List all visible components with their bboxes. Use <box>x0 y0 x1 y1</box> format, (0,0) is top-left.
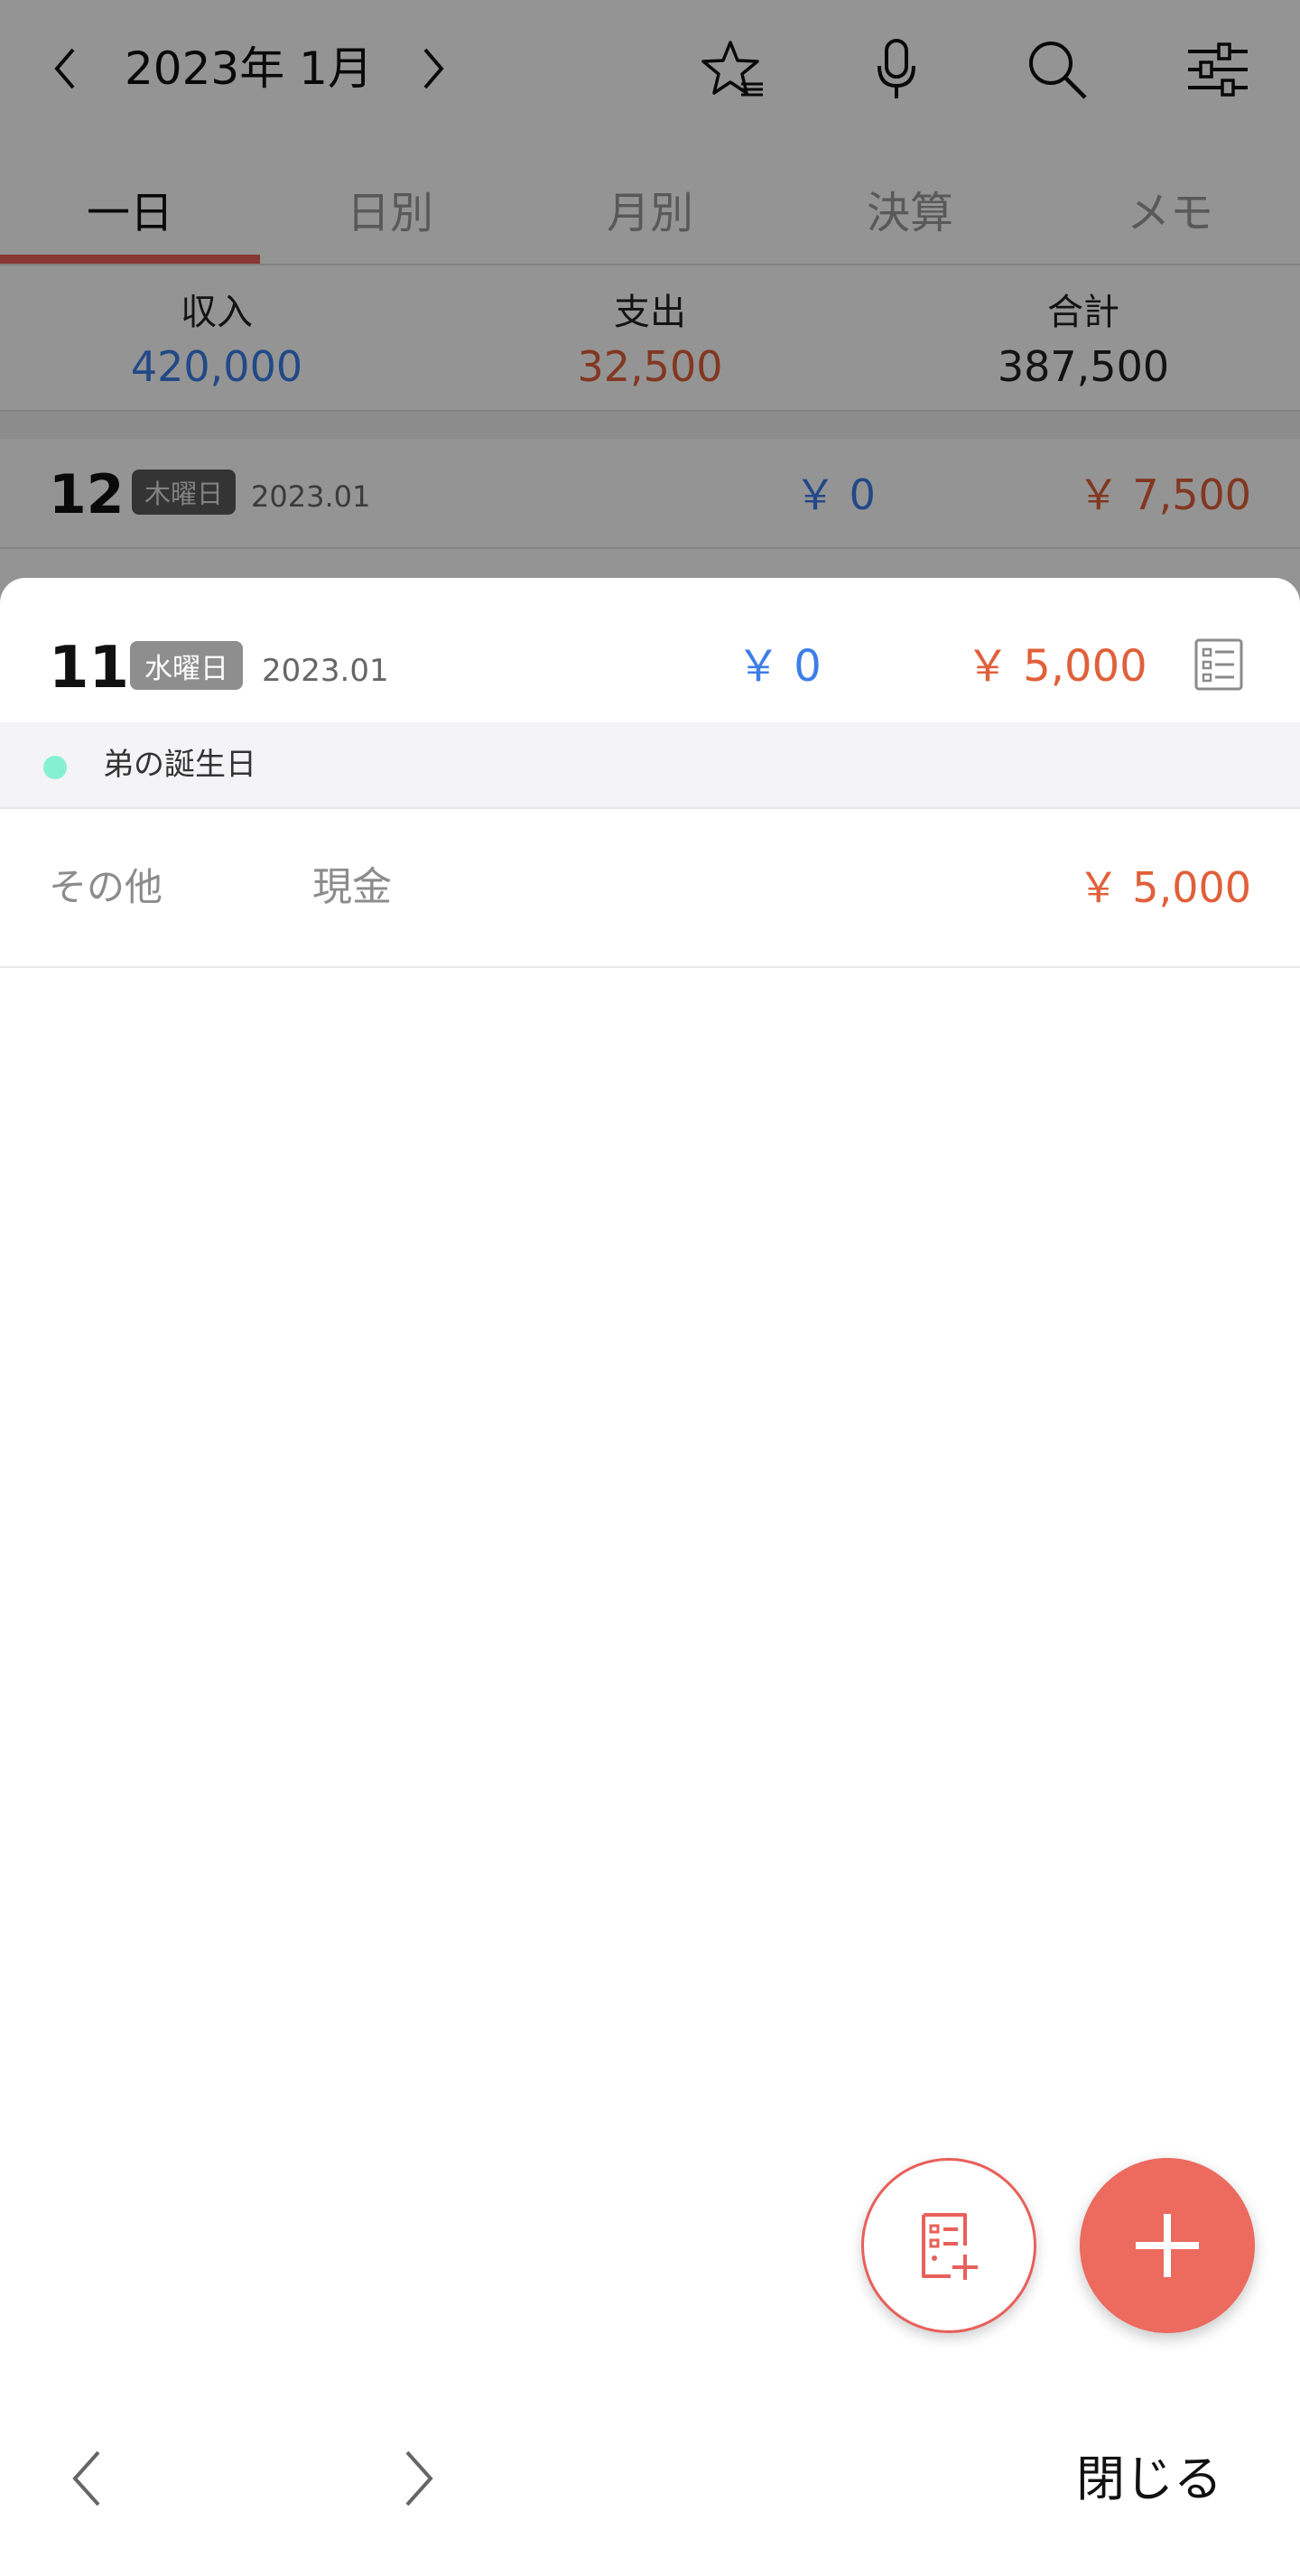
memo-text: 弟の誕生日 <box>103 747 256 783</box>
list-view-icon[interactable] <box>1193 637 1244 692</box>
add-transaction-button[interactable] <box>1080 2158 1255 2333</box>
memo-add-icon <box>922 2213 978 2280</box>
sheet-day-number: 11 <box>49 635 130 702</box>
transaction-row[interactable]: その他 現金 ￥ 5,000 <box>0 809 1300 968</box>
next-day-button[interactable] <box>388 2438 451 2519</box>
plus-icon <box>1136 2214 1199 2277</box>
sheet-date: 2023.01 <box>262 653 389 689</box>
transaction-category: その他 <box>49 865 163 909</box>
chevron-left-icon <box>72 2450 100 2506</box>
transaction-account: 現金 <box>312 864 392 910</box>
close-button[interactable]: 閉じる <box>1076 2447 1222 2512</box>
sheet-header: 11 水曜日 2023.01 ￥ 0 ￥ 5,000 <box>0 578 1300 722</box>
previous-day-button[interactable] <box>54 2438 117 2519</box>
sheet-income: ￥ 0 <box>737 641 822 692</box>
memo-bar[interactable]: 弟の誕生日 <box>0 722 1300 809</box>
day-detail-sheet: 11 水曜日 2023.01 ￥ 0 ￥ 5,000 弟の誕生日 その他 現金 … <box>0 578 1300 2576</box>
chevron-right-icon <box>405 2450 433 2506</box>
transaction-amount: ￥ 5,000 <box>1077 863 1251 912</box>
memo-dot-icon <box>43 756 67 779</box>
sheet-expense: ￥ 5,000 <box>966 641 1147 692</box>
add-memo-button[interactable] <box>861 2158 1036 2333</box>
sheet-weekday-badge: 水曜日 <box>130 641 243 690</box>
